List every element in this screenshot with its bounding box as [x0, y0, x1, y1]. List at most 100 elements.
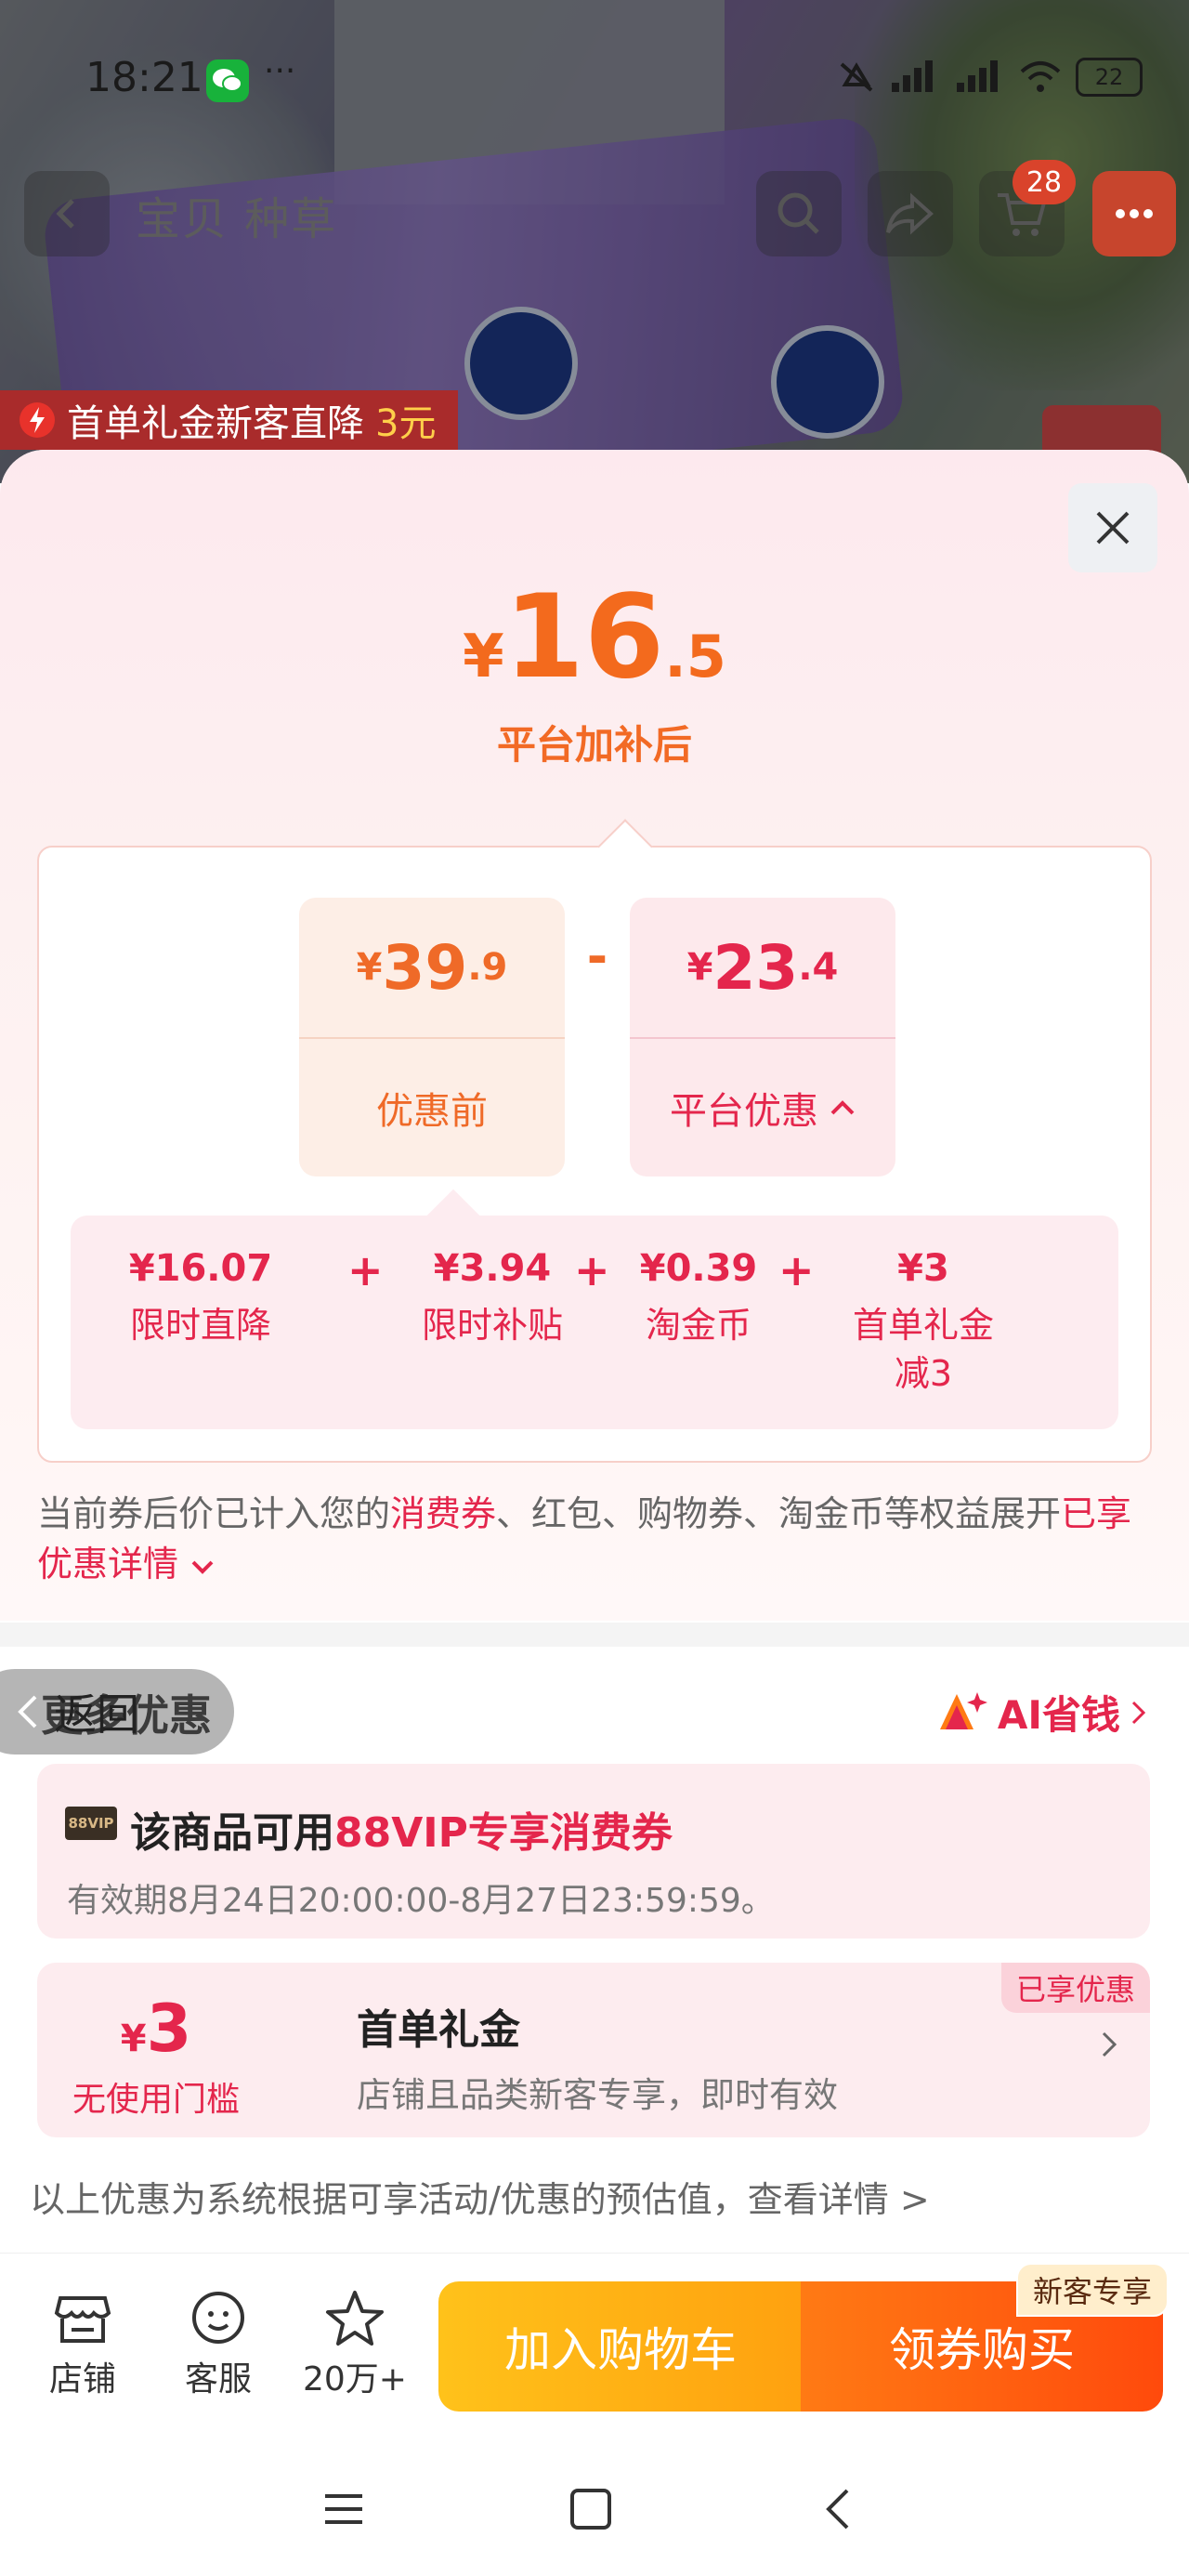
system-navigation-bar: [0, 2435, 1189, 2576]
chat-bubble-icon: [192, 2292, 244, 2344]
breakdown-item: ¥3 首单礼金减3: [830, 1247, 1016, 1398]
shop-button[interactable]: 店铺: [32, 2285, 134, 2400]
battery-indicator: 22: [1076, 58, 1143, 97]
floating-back-button[interactable]: 返回: [0, 1669, 234, 1755]
recent-apps-button[interactable]: [316, 2481, 372, 2537]
original-price-card: ¥39.9 优惠前: [299, 898, 565, 1176]
price-yen: ¥: [356, 946, 383, 989]
banner-amount: 3元: [375, 402, 437, 445]
consumption-coupon-link[interactable]: 消费券: [390, 1493, 496, 1534]
price-calculation-box: ¥39.9 优惠前 - ¥23.4 平台优惠 ¥16.07 限时直降 + ¥3.…: [37, 819, 1152, 1463]
price-yen: ¥: [463, 623, 504, 691]
mute-icon: [840, 62, 873, 92]
star-icon: [326, 2291, 384, 2346]
vip-coupon-title: 该商品可用88VIP专享消费券: [130, 1799, 673, 1859]
ai-sparkle-icon: [939, 1691, 987, 1729]
plus-sign: +: [574, 1245, 610, 1295]
square-icon: [570, 2489, 611, 2530]
title-prefix: 该商品可用: [130, 1809, 334, 1857]
breakdown-item: ¥16.07 限时直降: [117, 1247, 284, 1349]
more-icon: [1116, 209, 1153, 218]
minus-sign: -: [586, 927, 608, 986]
plus-sign: +: [778, 1245, 815, 1295]
banner-text: 首单礼金新客直降: [67, 402, 364, 445]
pointer-arrow: [426, 1189, 480, 1242]
share-button[interactable]: [868, 171, 953, 256]
label-text: 首单礼金: [852, 1305, 994, 1346]
vip-coupon-card[interactable]: 88VIP 该商品可用88VIP专享消费券 有效期8月24日20:00:00-8…: [37, 1764, 1150, 1939]
chevron-right-icon: [1131, 1701, 1146, 1724]
close-button[interactable]: [1068, 483, 1157, 572]
breakdown-sublabel: 减3: [894, 1353, 953, 1394]
discount-breakdown: ¥16.07 限时直降 + ¥3.94 限时补贴 + ¥0.39 淘金币 + ¥…: [71, 1189, 1118, 1429]
info-text-part: 、红包、购物券、淘金币等权益展开: [496, 1493, 1062, 1534]
shop-label: 店铺: [48, 2360, 116, 2399]
back-label: 返回: [54, 1689, 139, 1740]
coupon-description: 店铺且品类新客专享，即时有效: [357, 2075, 838, 2115]
price-decimal: .9: [467, 946, 508, 989]
newcomer-exclusive-tag: 新客专享: [1016, 2263, 1169, 2317]
breakdown-label: 限时补贴: [421, 1305, 563, 1346]
product-nav-bar: 宝贝 种草 28: [0, 160, 1189, 260]
final-price: ¥16.5: [0, 571, 1189, 704]
ai-save-label: AI省钱: [997, 1692, 1120, 1738]
coupon-amount: ¥3: [37, 1991, 275, 2067]
cart-count-badge: 28: [1013, 160, 1076, 204]
status-time: 18:21: [85, 54, 203, 101]
share-icon: [886, 192, 934, 235]
wechat-icon: [206, 59, 249, 102]
label-text: 优惠前: [376, 1090, 488, 1133]
chevron-right-icon: [1102, 2031, 1117, 2057]
breakdown-item: ¥3.94 限时补贴: [409, 1247, 576, 1349]
newcomer-discount-banner: 首单礼金新客直降 3元: [0, 390, 459, 450]
first-order-coupon-card[interactable]: ¥3 无使用门槛 首单礼金 店铺且品类新客专享，即时有效 已享优惠: [37, 1963, 1150, 2137]
label-text: 平台优惠: [670, 1090, 818, 1133]
search-icon: [777, 192, 819, 234]
original-price-label: 优惠前: [299, 1039, 565, 1176]
section-separator: [0, 1623, 1189, 1647]
status-bar: 18:21 ··· 22: [0, 46, 1189, 112]
service-label: 客服: [184, 2360, 252, 2399]
status-more-dots: ···: [264, 52, 296, 90]
chevron-left-icon: [18, 1695, 37, 1728]
price-integer: 39: [382, 931, 468, 1004]
breakdown-label: 限时直降: [129, 1305, 271, 1346]
close-icon: [1096, 511, 1130, 545]
info-text-part: 当前券后价已计入您的: [37, 1493, 391, 1534]
system-back-button[interactable]: [810, 2481, 866, 2537]
more-button[interactable]: [1092, 171, 1176, 256]
add-to-cart-button[interactable]: 加入购物车: [438, 2281, 803, 2412]
price-decimal: .4: [798, 946, 839, 989]
breakdown-value: ¥3: [897, 1247, 949, 1290]
signal-icon: [892, 60, 933, 92]
benefit-info-text: 当前券后价已计入您的消费券、红包、购物券、淘金币等权益展开已享优惠详情: [37, 1489, 1152, 1589]
price-detail-sheet: ¥16.5 平台加补后 ¥39.9 优惠前 - ¥23.4 平台优惠 ¥16.0…: [0, 450, 1189, 2253]
ai-save-money-link[interactable]: AI省钱: [936, 1684, 1148, 1741]
nav-tabs[interactable]: 宝贝 种草: [136, 182, 337, 247]
platform-discount-card[interactable]: ¥23.4 平台优惠: [630, 898, 895, 1176]
back-button[interactable]: [24, 171, 110, 256]
breakdown-value: ¥3.94: [433, 1247, 552, 1290]
chevron-down-icon: [191, 1560, 214, 1574]
vip-coupon-validity: 有效期8月24日20:00:00-8月27日23:59:59。: [67, 1882, 775, 1920]
breakdown-value: ¥0.39: [639, 1247, 758, 1290]
signal-icon: [957, 60, 998, 92]
estimate-disclaimer-link[interactable]: 以上优惠为系统根据可享活动/优惠的预估值，查看详情 >: [30, 2171, 930, 2222]
price-yen: ¥: [120, 2017, 147, 2060]
breakdown-item: ¥0.39 淘金币: [624, 1247, 773, 1349]
vip-badge: 88VIP: [65, 1807, 117, 1840]
chevron-up-icon: [830, 1100, 855, 1115]
breakdown-label: 首单礼金减3: [830, 1301, 1016, 1398]
title-highlight: 88VIP专享消费券: [334, 1809, 673, 1857]
favorite-button[interactable]: 20万+: [303, 2285, 407, 2400]
coupon-title: 首单礼金: [357, 2006, 520, 2054]
plus-sign: +: [347, 1245, 384, 1295]
home-button[interactable]: [563, 2481, 619, 2537]
bottom-action-bar: 店铺 客服 20万+ 加入购物车 领券购买 新客专享: [0, 2253, 1189, 2412]
search-button[interactable]: [756, 171, 842, 256]
chevron-left-icon: [56, 199, 74, 229]
platform-discount-label[interactable]: 平台优惠: [630, 1039, 895, 1176]
wifi-icon: [1020, 61, 1061, 92]
shop-icon: [54, 2296, 111, 2343]
customer-service-button[interactable]: 客服: [167, 2285, 269, 2400]
